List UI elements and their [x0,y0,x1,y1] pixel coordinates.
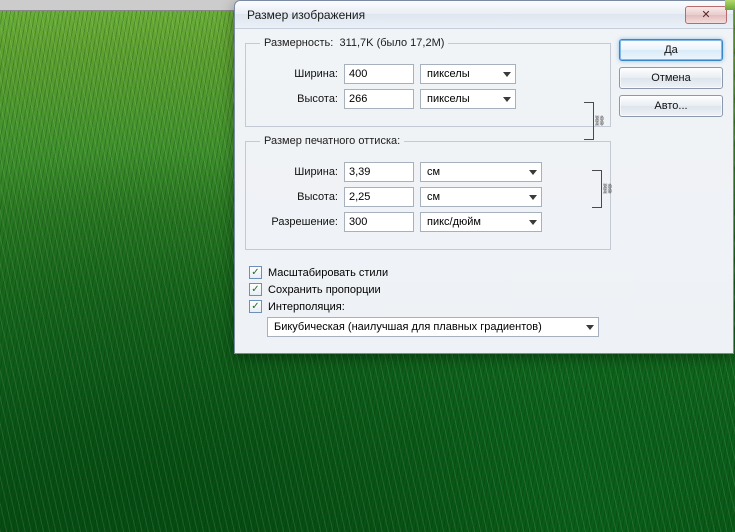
constrain-label: Сохранить пропорции [268,284,381,296]
cancel-button[interactable]: Отмена [619,67,723,89]
chevron-down-icon [503,97,511,102]
image-size-dialog: Размер изображения ✕ Размерность: 311,7K… [234,0,734,354]
interpolation-select[interactable]: Бикубическая (наилучшая для плавных град… [267,317,599,337]
chevron-down-icon [529,170,537,175]
interp-row: ✓ Интерполяция: [249,300,609,313]
check-icon: ✓ [251,301,259,312]
chevron-down-icon [529,220,537,225]
check-icon: ✓ [251,284,259,295]
pixel-width-unit-value: пикселы [427,68,470,80]
ok-button-label: Да [664,44,678,56]
close-icon: ✕ [701,8,710,21]
print-height-label: Высота: [256,191,338,203]
auto-button[interactable]: Авто... [619,95,723,117]
print-width-unit-select[interactable]: см [420,162,542,182]
pixel-width-row: Ширина: пикселы [256,64,600,84]
options-checks: ✓ Масштабировать стили ✓ Сохранить пропо… [245,258,611,337]
pixel-height-unit-select[interactable]: пикселы [420,89,516,109]
resolution-unit-value: пикс/дюйм [427,216,481,228]
constrain-checkbox[interactable]: ✓ [249,283,262,296]
print-width-row: Ширина: см [256,162,600,182]
print-height-row: Высота: см [256,187,600,207]
print-height-unit-select[interactable]: см [420,187,542,207]
pixel-legend-prefix: Размерность: [264,37,333,49]
scale-styles-row: ✓ Масштабировать стили [249,266,609,279]
pixel-rows: Ширина: пикселы Высота: пикселы [256,64,600,109]
pixel-dimensions-group: Размерность: 311,7K (было 17,2M) Ширина:… [245,37,611,127]
window-controls: ✕ [685,6,727,24]
resolution-row: Разрешение: пикс/дюйм [256,212,600,232]
scale-styles-label: Масштабировать стили [268,267,388,279]
scale-styles-checkbox[interactable]: ✓ [249,266,262,279]
interpolation-value: Бикубическая (наилучшая для плавных град… [274,321,542,333]
pixel-width-label: Ширина: [256,68,338,80]
dialog-title: Размер изображения [247,8,365,22]
dialog-titlebar[interactable]: Размер изображения ✕ [235,1,733,29]
interpolation-label: Интерполяция: [268,301,345,313]
pixel-height-label: Высота: [256,93,338,105]
link-icon: ⛓ [593,116,606,127]
pixel-size-current: 311,7K [339,37,373,49]
print-height-input[interactable] [344,187,414,207]
interpolation-checkbox[interactable]: ✓ [249,300,262,313]
interp-select-row: Бикубическая (наилучшая для плавных град… [249,317,609,337]
canvas-background: Размер изображения ✕ Размерность: 311,7K… [0,0,735,532]
print-width-input[interactable] [344,162,414,182]
print-height-unit-value: см [427,191,440,203]
print-width-label: Ширина: [256,166,338,178]
chevron-down-icon [586,325,594,330]
document-size-legend: Размер печатного оттиска: [260,135,404,147]
resolution-label: Разрешение: [256,216,338,228]
resolution-input[interactable] [344,212,414,232]
resolution-unit-select[interactable]: пикс/дюйм [420,212,542,232]
check-icon: ✓ [251,267,259,278]
link-icon: ⛓ [601,184,614,195]
pixel-size-was: (было 17,2M) [377,37,445,49]
pixel-height-input[interactable] [344,89,414,109]
chevron-down-icon [503,72,511,77]
pixel-dimensions-legend: Размерность: 311,7K (было 17,2M) [260,37,448,49]
pixel-height-row: Высота: пикселы [256,89,600,109]
ok-button[interactable]: Да [619,39,723,61]
dialog-left-column: Размерность: 311,7K (было 17,2M) Ширина:… [245,37,611,341]
cancel-button-label: Отмена [651,72,690,84]
close-button[interactable]: ✕ [685,6,727,24]
dialog-buttons-column: Да Отмена Авто... [619,37,723,341]
pixel-width-input[interactable] [344,64,414,84]
constrain-row: ✓ Сохранить пропорции [249,283,609,296]
print-rows: Ширина: см Высота: см [256,162,600,232]
pixel-height-unit-value: пикселы [427,93,470,105]
chevron-down-icon [529,195,537,200]
pixel-width-unit-select[interactable]: пикселы [420,64,516,84]
dialog-body: Размерность: 311,7K (было 17,2M) Ширина:… [235,29,733,353]
print-width-unit-value: см [427,166,440,178]
auto-button-label: Авто... [654,100,687,112]
document-size-group: Размер печатного оттиска: Ширина: см Выс… [245,135,611,250]
